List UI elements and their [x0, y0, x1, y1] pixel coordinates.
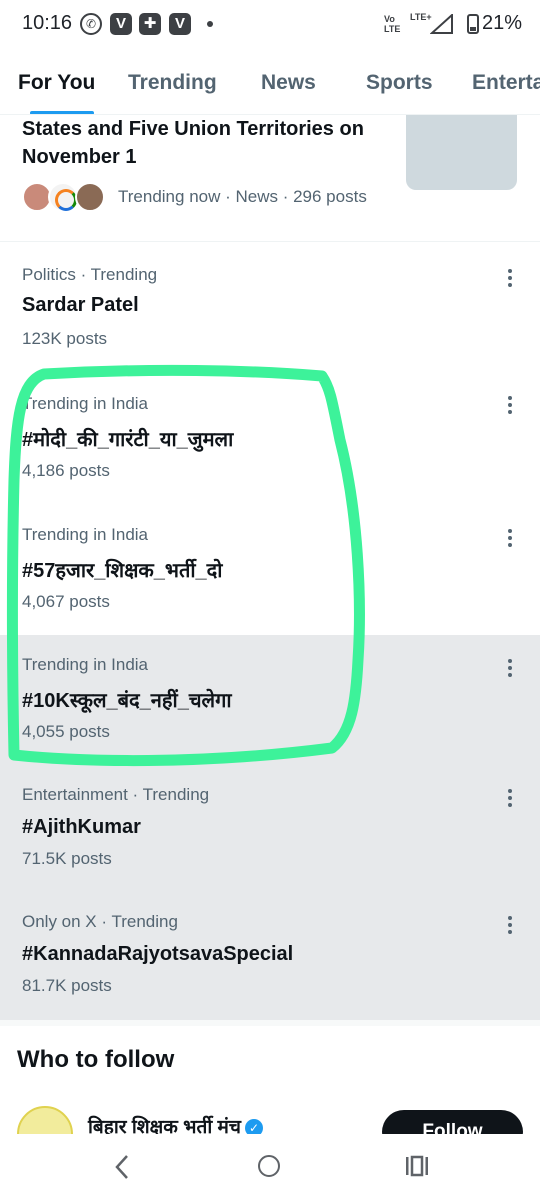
tab-trending[interactable]: Trending — [128, 71, 217, 95]
trend-title: #AjithKumar — [22, 816, 141, 838]
tab-entertainment[interactable]: Enterta — [472, 71, 540, 95]
news-card-meta: Trending now · News · 296 posts — [118, 187, 367, 206]
status-time: 10:16 — [22, 12, 73, 34]
more-options-icon[interactable] — [502, 914, 518, 936]
trend-item[interactable]: Entertainment · Trending #AjithKumar 71.… — [0, 765, 540, 895]
trend-post-count: 4,067 posts — [22, 592, 110, 611]
avatar — [75, 182, 105, 212]
system-nav-bar — [0, 1134, 540, 1200]
trend-context: Entertainment · Trending — [22, 785, 210, 804]
trend-post-count: 71.5K posts — [22, 849, 112, 868]
notification-dot-icon — [207, 21, 213, 27]
more-options-icon[interactable] — [502, 527, 518, 549]
trend-title: #मोदी_की_गारंटी_या_जुमला — [22, 429, 234, 451]
trend-post-count: 4,055 posts — [22, 722, 110, 741]
v-app-icon: V — [169, 13, 191, 35]
trend-title: #KannadaRajyotsavaSpecial — [22, 943, 294, 965]
trend-item[interactable]: Trending in India #मोदी_की_गारंटी_या_जुम… — [0, 375, 540, 505]
trend-context: Politics · Trending — [22, 265, 158, 284]
avatar-stack — [22, 182, 112, 212]
gamepad-icon: ✚ — [139, 13, 161, 35]
trend-title: #10Kस्कूल_बंद_नहीं_चलेगा — [22, 690, 232, 712]
recent-apps-icon[interactable] — [405, 1155, 429, 1177]
v-app-icon: V — [110, 13, 132, 35]
news-card-title: States and Five Union Territories on Nov… — [22, 118, 364, 168]
trend-post-count: 4,186 posts — [22, 461, 110, 480]
lte-indicator: LTE+ — [410, 12, 432, 22]
trend-title: #57हजार_शिक्षक_भर्ती_दो — [22, 560, 223, 582]
back-icon[interactable] — [113, 1153, 131, 1181]
who-to-follow-heading: Who to follow — [17, 1046, 175, 1073]
tab-sports[interactable]: Sports — [366, 71, 433, 95]
trend-post-count: 123K posts — [22, 329, 108, 348]
trend-context: Trending in India — [22, 525, 149, 544]
whatsapp-icon: ✆ — [80, 13, 102, 35]
news-thumbnail — [406, 115, 517, 190]
tab-for-you[interactable]: For You — [18, 71, 95, 95]
section-divider — [0, 1020, 540, 1026]
more-options-icon[interactable] — [502, 394, 518, 416]
battery-icon — [467, 14, 479, 34]
home-icon[interactable] — [258, 1155, 280, 1177]
status-bar: 10:16 ✆ V ✚ V Vo LTE LTE+ 21% — [0, 0, 540, 50]
more-options-icon[interactable] — [502, 267, 518, 289]
trend-item[interactable]: Trending in India #57हजार_शिक्षक_भर्ती_द… — [0, 505, 540, 635]
avatar — [48, 182, 78, 212]
trend-item[interactable]: Only on X · Trending #KannadaRajyotsavaS… — [0, 892, 540, 1022]
trend-post-count: 81.7K posts — [22, 976, 112, 995]
volte-indicator: Vo LTE — [384, 14, 401, 34]
explore-tabs: For You Trending News Sports Enterta — [0, 55, 540, 115]
trend-title: Sardar Patel — [22, 294, 139, 316]
news-card[interactable]: States and Five Union Territories on Nov… — [0, 115, 540, 242]
battery-percent: 21% — [482, 12, 523, 34]
trend-item[interactable]: Politics · Trending Sardar Patel 123K po… — [0, 245, 540, 375]
more-options-icon[interactable] — [502, 657, 518, 679]
trend-context: Only on X · Trending — [22, 912, 178, 931]
tab-news[interactable]: News — [261, 71, 316, 95]
trend-context: Trending in India — [22, 394, 149, 413]
more-options-icon[interactable] — [502, 787, 518, 809]
trend-context: Trending in India — [22, 655, 149, 674]
signal-icon — [430, 14, 453, 34]
